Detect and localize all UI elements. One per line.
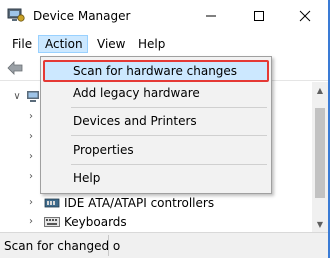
- menu-item-devices-printers[interactable]: Devices and Printers: [43, 110, 269, 132]
- tree-item-label: Keyboards: [64, 215, 127, 229]
- expand-chevron-icon[interactable]: ›: [26, 148, 36, 166]
- menu-action[interactable]: Action: [38, 35, 88, 53]
- status-divider: [108, 235, 109, 256]
- computer-icon: [27, 91, 39, 102]
- scroll-down-icon[interactable]: ▼: [312, 216, 328, 232]
- maximize-icon: [254, 11, 264, 21]
- menu-item-add-legacy-hardware[interactable]: Add legacy hardware: [43, 82, 269, 104]
- tree-item-ide-controllers[interactable]: › IDE ATA/ATAPI controllers: [0, 194, 300, 212]
- menu-bar: File Action View Help: [0, 32, 328, 54]
- tree-row[interactable]: ›: [0, 148, 40, 166]
- minimize-icon: [206, 15, 216, 17]
- expand-chevron-icon[interactable]: ›: [26, 128, 36, 146]
- tree-row[interactable]: ›: [0, 108, 40, 126]
- expand-chevron-icon[interactable]: ›: [26, 108, 36, 126]
- vertical-scrollbar[interactable]: ▲ ▼: [312, 82, 328, 232]
- expand-chevron-icon[interactable]: ›: [26, 194, 36, 212]
- device-manager-icon: [7, 8, 25, 22]
- tree-row[interactable]: ›: [0, 128, 40, 146]
- menu-help[interactable]: Help: [132, 35, 171, 53]
- device-manager-window: Device Manager File Action View Help ∨ ›…: [0, 0, 330, 258]
- tree-row[interactable]: ›: [0, 168, 40, 186]
- keyboard-icon: [44, 217, 60, 227]
- maximize-button[interactable]: [244, 4, 274, 28]
- status-text: Scan for changed o: [4, 239, 121, 253]
- menu-item-properties[interactable]: Properties: [43, 139, 269, 161]
- minimize-button[interactable]: [196, 4, 226, 28]
- status-bar: Scan for changed o: [0, 232, 328, 258]
- collapse-chevron-icon[interactable]: ∨: [12, 88, 22, 106]
- menu-view[interactable]: View: [91, 35, 131, 53]
- close-button[interactable]: [290, 4, 320, 28]
- menu-separator: [71, 164, 267, 165]
- tree-item-keyboards[interactable]: › Keyboards: [0, 213, 300, 231]
- scroll-up-icon[interactable]: ▲: [312, 82, 328, 98]
- menu-file[interactable]: File: [6, 35, 38, 53]
- menu-separator: [71, 135, 267, 136]
- tree-item-label: IDE ATA/ATAPI controllers: [64, 196, 215, 210]
- expand-chevron-icon[interactable]: ›: [26, 213, 36, 231]
- ide-controller-icon: [44, 198, 60, 208]
- back-arrow-icon[interactable]: [6, 60, 24, 76]
- action-menu-dropdown: Scan for hardware changes Add legacy har…: [40, 56, 272, 194]
- expand-chevron-icon[interactable]: ›: [26, 168, 36, 186]
- menu-item-scan-hardware[interactable]: Scan for hardware changes: [43, 60, 269, 82]
- menu-separator: [71, 107, 267, 108]
- close-icon: [299, 10, 311, 22]
- menu-item-help[interactable]: Help: [43, 167, 269, 189]
- window-title: Device Manager: [33, 9, 131, 23]
- scrollbar-thumb[interactable]: [315, 108, 325, 198]
- title-bar: Device Manager: [0, 0, 328, 31]
